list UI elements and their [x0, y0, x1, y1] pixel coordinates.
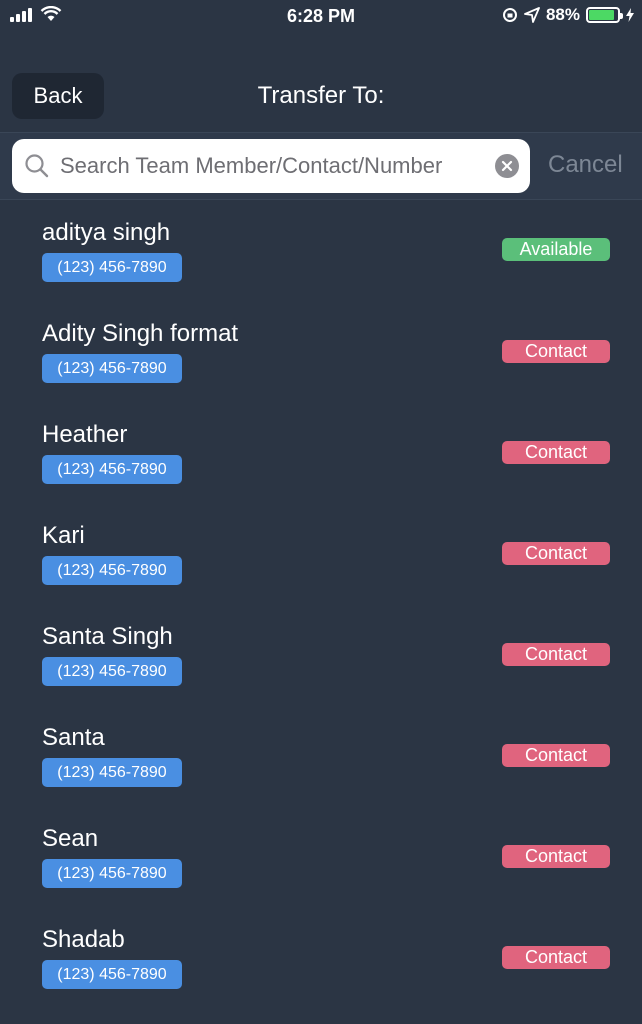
page-title-text: Transfer To:	[257, 82, 385, 109]
status-badge: Available	[502, 238, 610, 261]
contact-phone-badge[interactable]: (123) 456-7890	[42, 960, 182, 989]
search-input[interactable]	[60, 139, 490, 193]
contact-row[interactable]: Heather (123) 456-7890 Contact	[0, 402, 642, 503]
contact-row[interactable]: aditya singh (123) 456-7890 Available	[0, 200, 642, 301]
page-title: Transfer To:	[0, 82, 642, 110]
contact-name: Santa Singh	[42, 623, 173, 650]
contact-phone-badge[interactable]: (123) 456-7890	[42, 253, 182, 282]
contact-name: Shadab	[42, 926, 125, 953]
status-badge: Contact	[502, 845, 610, 868]
contact-phone-badge[interactable]: (123) 456-7890	[42, 657, 182, 686]
status-badge: Contact	[502, 340, 610, 363]
contact-row[interactable]: Adity Singh format (123) 456-7890 Contact	[0, 301, 642, 402]
contact-name: Adity Singh format	[42, 320, 239, 347]
contact-phone-badge[interactable]: (123) 456-7890	[42, 859, 182, 888]
contact-row[interactable]: Kari (123) 456-7890 Contact	[0, 503, 642, 604]
contact-name: Sean	[42, 825, 99, 852]
status-bar: 6:28 PM 88%	[0, 0, 642, 34]
status-badge: Contact	[502, 441, 610, 464]
contact-name: Kari	[42, 522, 85, 549]
status-badge: Contact	[502, 744, 610, 767]
orientation-lock-icon	[502, 8, 517, 22]
battery-percentage: 88%	[545, 5, 580, 24]
contact-name: Heather	[42, 421, 128, 448]
contact-row[interactable]: Santa (123) 456-7890 Contact	[0, 705, 642, 806]
contact-phone-badge[interactable]: (123) 456-7890	[42, 455, 182, 484]
contact-list: aditya singh (123) 456-7890 Available Adity…	[0, 200, 642, 1008]
clear-search-icon[interactable]	[495, 154, 519, 178]
contact-name: Santa	[42, 724, 105, 751]
contact-phone-badge[interactable]: (123) 456-7890	[42, 354, 182, 383]
status-badge: Contact	[502, 643, 610, 666]
cancel-button[interactable]: Cancel	[548, 151, 623, 179]
status-badge: Contact	[502, 946, 610, 969]
contact-name: aditya singh	[42, 219, 171, 246]
charging-bolt-icon	[626, 8, 634, 22]
battery-icon	[586, 7, 623, 23]
contact-phone-badge[interactable]: (123) 456-7890	[42, 758, 182, 787]
search-field[interactable]	[12, 139, 530, 193]
contact-row[interactable]: Shadab (123) 456-7890 Contact	[0, 907, 642, 1008]
location-arrow-icon	[524, 7, 540, 23]
contact-row[interactable]: Sean (123) 456-7890 Contact	[0, 806, 642, 907]
contact-row[interactable]: Santa Singh (123) 456-7890 Contact	[0, 604, 642, 705]
status-badge: Contact	[502, 542, 610, 565]
status-indicators: 88%	[502, 5, 634, 25]
search-bar: Cancel	[0, 132, 642, 200]
contact-phone-badge[interactable]: (123) 456-7890	[42, 556, 182, 585]
navigation-bar: Back Transfer To:	[0, 34, 642, 132]
search-icon	[25, 154, 49, 178]
